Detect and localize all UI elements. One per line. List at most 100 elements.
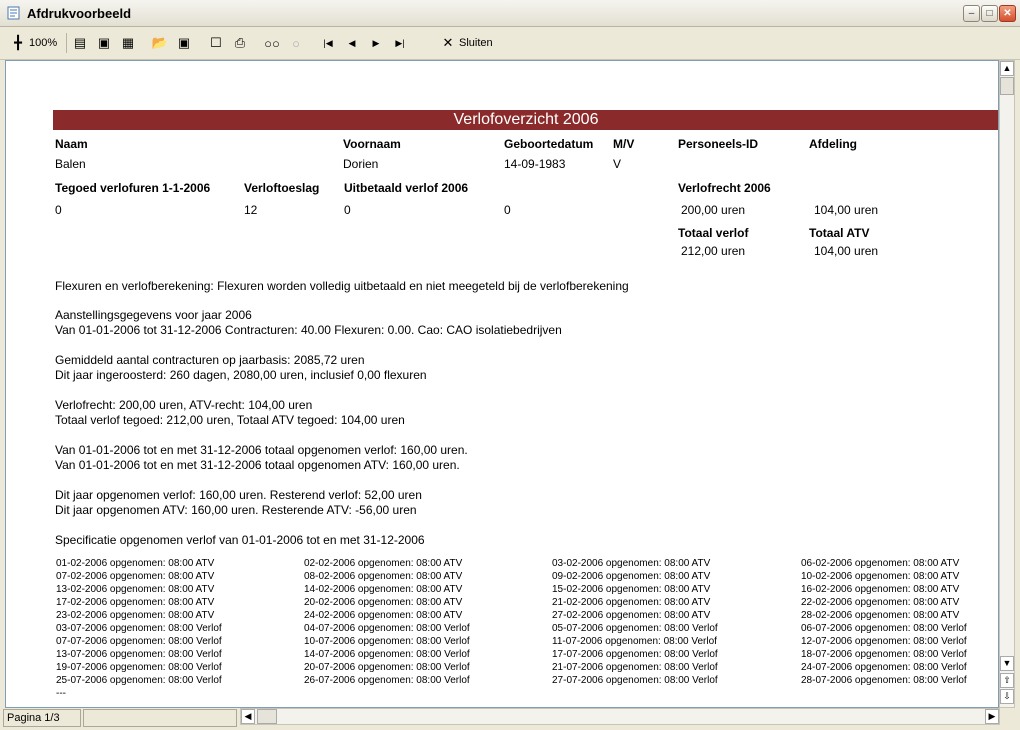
spec-entry: 22-02-2006 opgenomen: 08:00 ATV [801,597,960,608]
spec-entry: 21-02-2006 opgenomen: 08:00 ATV [552,597,711,608]
header-verloftoeslag: Verloftoeslag [244,181,320,195]
zoom-label: 100% [29,37,58,49]
text-line: Dit jaar ingeroosterd: 260 dagen, 2080,0… [55,368,427,382]
header-voornaam: Voornaam [343,137,401,151]
scroll-left-button[interactable]: ◀ [241,709,255,724]
page-indicator: Pagina 1/3 [3,709,81,727]
spec-entry: 01-02-2006 opgenomen: 08:00 ATV [56,558,215,569]
horizontal-scroll-thumb[interactable] [257,709,277,724]
previous-page-icon: ◀ [348,37,356,48]
next-page-scroll-button[interactable]: ⇩ [1000,689,1014,704]
close-preview-button[interactable]: ✕ Sluiten [440,33,493,53]
close-window-button[interactable]: ✕ [999,5,1016,22]
binoculars-icon: ○○ [264,35,280,51]
save-icon: ▣ [177,35,191,50]
print-button[interactable]: ⎙ [232,33,248,53]
spec-entry: 07-02-2006 opgenomen: 08:00 ATV [56,571,215,582]
find-next-icon: ○ [292,35,300,51]
value-extra: 0 [504,203,511,217]
value-naam: Balen [55,157,86,171]
maximize-button[interactable]: □ [981,5,998,22]
spec-entry: 10-02-2006 opgenomen: 08:00 ATV [801,571,960,582]
value-geboortedatum: 14-09-1983 [504,157,566,171]
header-naam: Naam [55,137,88,151]
spec-entry: 21-07-2006 opgenomen: 08:00 Verlof [552,662,718,673]
folder-open-icon: 📂 [151,35,169,50]
page-icon: ☐ [210,35,222,50]
header-mv: M/V [613,137,635,151]
scroll-down-button[interactable]: ▼ [1000,656,1014,671]
spec-entry: 25-07-2006 opgenomen: 08:00 Verlof [56,675,222,686]
value-tegoed: 0 [55,203,62,217]
spec-entry: 04-07-2006 opgenomen: 08:00 Verlof [304,623,470,634]
two-page-view-icon: ▣ [97,35,111,50]
spec-entry: 24-02-2006 opgenomen: 08:00 ATV [304,610,463,621]
close-preview-label: Sluiten [459,37,493,49]
toolbar: ╋ 100% ▤ ▣ ▦ 📂 ▣ ☐ ⎙ ○○ ○ |◀ ◀ ▶ ▶| ✕ Sl… [0,27,1020,60]
last-page-button[interactable]: ▶| [392,33,408,53]
spec-entry: 10-07-2006 opgenomen: 08:00 Verlof [304,636,470,647]
find-next-button[interactable]: ○ [288,33,304,53]
spec-entry: 15-02-2006 opgenomen: 08:00 ATV [552,584,711,595]
text-line: Verlofrecht: 200,00 uren, ATV-recht: 104… [55,398,313,412]
vertical-scrollbar[interactable]: ▲ ▼ ⇧ ⇩ [999,60,1015,708]
scroll-thumb[interactable] [1000,77,1014,95]
spec-entry: 17-07-2006 opgenomen: 08:00 Verlof [552,649,718,660]
spec-entry: 08-02-2006 opgenomen: 08:00 ATV [304,571,463,582]
next-page-button[interactable]: ▶ [368,33,384,53]
open-button[interactable]: 📂 [152,33,168,53]
header-totaal-atv: Totaal ATV [809,226,870,240]
value-mv: V [613,157,622,171]
header-totaal-verlof: Totaal verlof [678,226,749,240]
spec-entry: 02-02-2006 opgenomen: 08:00 ATV [304,558,463,569]
text-line: Van 01-01-2006 tot en met 31-12-2006 tot… [55,443,468,457]
spec-entry: 16-02-2006 opgenomen: 08:00 ATV [801,584,960,595]
preview-page: Verlofoverzicht 2006 Naam Voornaam Geboo… [5,60,999,708]
header-geboortedatum: Geboortedatum [504,137,594,151]
scroll-up-button[interactable]: ▲ [1000,61,1014,76]
find-button[interactable]: ○○ [264,33,280,53]
spec-entry: 03-07-2006 opgenomen: 08:00 Verlof [56,623,222,634]
scroll-right-button[interactable]: ▶ [985,709,999,724]
report-title: Verlofoverzicht 2006 [53,110,998,130]
spec-entry: 11-07-2006 opgenomen: 08:00 Verlof [552,636,717,647]
first-page-button[interactable]: |◀ [320,33,336,53]
spec-entry: 23-02-2006 opgenomen: 08:00 ATV [56,610,215,621]
spec-entry: 09-02-2006 opgenomen: 08:00 ATV [552,571,711,582]
page-view-icon: ▤ [73,35,87,50]
close-icon: ✕ [442,35,454,50]
spec-entry: 28-07-2006 opgenomen: 08:00 Verlof [801,675,967,686]
value-atv-recht: 104,00 uren [814,203,879,217]
app-icon [7,6,20,20]
spec-entry: 06-07-2006 opgenomen: 08:00 Verlof [801,623,967,634]
title-bar: Afdrukvoorbeeld – □ ✕ [0,0,1020,27]
spec-entry: 28-02-2006 opgenomen: 08:00 ATV [801,610,960,621]
previous-page-scroll-button[interactable]: ⇧ [1000,673,1014,688]
minimize-button[interactable]: – [963,5,980,22]
zoom-icon: ╋ [14,35,22,50]
value-totaal-atv: 104,00 uren [814,244,879,258]
text-line: Van 01-01-2006 tot 31-12-2006 Contractur… [55,323,562,337]
spec-entry: 24-07-2006 opgenomen: 08:00 Verlof [801,662,967,673]
save-button[interactable]: ▣ [176,33,192,53]
view-two-page-button[interactable]: ▣ [96,33,112,53]
spec-entry: 20-07-2006 opgenomen: 08:00 Verlof [304,662,470,673]
previous-page-button[interactable]: ◀ [344,33,360,53]
spec-entry: 13-07-2006 opgenomen: 08:00 Verlof [56,649,222,660]
text-line: Flexuren en verlofberekening: Flexuren w… [55,279,629,293]
text-line: Van 01-01-2006 tot en met 31-12-2006 tot… [55,458,460,472]
new-page-button[interactable]: ☐ [208,33,224,53]
view-single-page-button[interactable]: ▤ [72,33,88,53]
zoom-button[interactable]: ╋ 100% [10,33,57,53]
window-title: Afdrukvoorbeeld [27,6,132,21]
horizontal-scrollbar[interactable]: ◀ ▶ [240,708,1000,725]
spec-entry: 13-02-2006 opgenomen: 08:00 ATV [56,584,215,595]
header-afdeling: Afdeling [809,137,857,151]
next-page-icon: ▶ [372,37,380,48]
spec-entry: 05-07-2006 opgenomen: 08:00 Verlof [552,623,718,634]
value-verloftoeslag: 12 [244,203,258,217]
status-bar: Pagina 1/3 [0,708,240,730]
view-thumbnail-button[interactable]: ▦ [120,33,136,53]
spec-entry: 27-02-2006 opgenomen: 08:00 ATV [552,610,711,621]
value-voornaam: Dorien [343,157,379,171]
